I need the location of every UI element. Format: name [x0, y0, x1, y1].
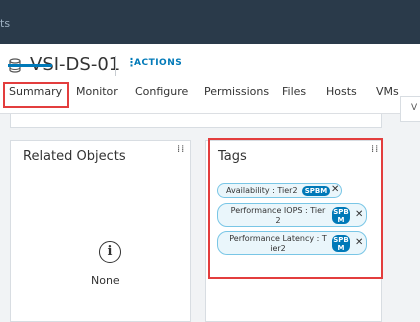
tag-label: Performance Latency : Tier2: [229, 234, 327, 253]
tag-chip: Performance IOPS : Tier 2 SPB M ✕: [217, 203, 367, 227]
tag-category-badge: SPBM: [332, 235, 350, 252]
remove-tag-icon[interactable]: ✕: [331, 184, 339, 195]
remove-tag-icon[interactable]: ✕: [355, 209, 363, 220]
tag-chip: Availability : Tier2 SPBM ✕: [217, 183, 342, 198]
tag-category-badge: SPBM: [332, 207, 350, 224]
summary-panel-bottom: [10, 114, 382, 128]
right-panel-fragment-label: V: [411, 103, 418, 113]
remove-tag-icon[interactable]: ✕: [355, 237, 363, 248]
related-objects-title: Related Objects: [23, 149, 126, 164]
active-tab-indicator: [8, 64, 52, 67]
drag-handle-icon[interactable]: ⁞⁞: [177, 145, 185, 155]
vertical-dots-icon: ⋮: [126, 56, 138, 69]
related-objects-card: Related Objects ⁞⁞ i None: [10, 140, 191, 322]
tab-files[interactable]: Files: [282, 85, 306, 98]
header-divider: [115, 56, 116, 76]
tab-vms[interactable]: VMs: [376, 85, 399, 98]
tag-category-badge: SPBM: [302, 186, 330, 196]
actions-label: ACTIONS: [134, 58, 183, 68]
summary-tab-highlight: [3, 82, 69, 108]
tag-chip: Performance Latency : Tier2 SPB M ✕: [217, 231, 367, 255]
tag-label: Availability : Tier2: [226, 186, 298, 195]
tab-monitor[interactable]: Monitor: [76, 85, 118, 98]
tab-permissions[interactable]: Permissions: [204, 85, 269, 98]
info-icon: i: [99, 241, 121, 263]
right-panel-fragment: V: [400, 96, 420, 122]
tab-hosts[interactable]: Hosts: [326, 85, 357, 98]
empty-state-label: None: [91, 274, 120, 287]
tab-configure[interactable]: Configure: [135, 85, 188, 98]
tag-label: Performance IOPS : Tier 2: [230, 206, 326, 225]
topbar-title-fragment: ts: [0, 17, 11, 30]
actions-menu-button[interactable]: ⋮ACTIONS: [126, 56, 183, 69]
top-navigation-bar: ts: [0, 0, 420, 44]
